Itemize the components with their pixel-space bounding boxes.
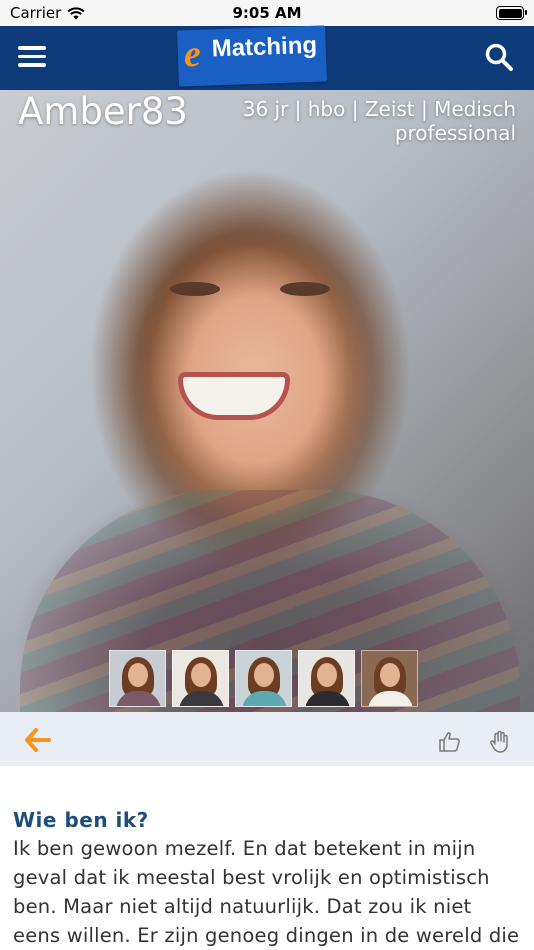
battery-level — [498, 8, 522, 18]
app-header: e Matching — [0, 25, 534, 90]
about-title: Wie ben ik? — [13, 808, 149, 832]
profile-photo[interactable]: Amber83 36 jr | hbo | Zeist | Medisch pr… — [0, 90, 534, 712]
raised-hand-icon[interactable] — [488, 730, 512, 754]
status-time: 9:05 AM — [232, 4, 302, 22]
logo-e: e — [183, 32, 202, 76]
profile-content: Wie ben ik? Ik ben gewoon mezelf. En dat… — [0, 766, 534, 950]
photo-thumbnail-5[interactable] — [361, 650, 418, 707]
logo-text: Matching — [211, 31, 318, 63]
photo-eye-left — [170, 282, 220, 296]
battery-icon — [496, 6, 527, 20]
profile-name: Amber83 — [18, 90, 188, 133]
photo-thumbnail-2[interactable] — [172, 650, 229, 707]
ematching-logo[interactable]: e Matching — [177, 25, 327, 87]
status-bar: Carrier 9:05 AM — [0, 0, 534, 26]
hamburger-menu-icon[interactable] — [18, 46, 46, 70]
about-text: Ik ben gewoon mezelf. En dat betekent in… — [13, 837, 520, 947]
profile-meta: 36 jr | hbo | Zeist | Medisch profession… — [242, 97, 516, 145]
photo-smile — [178, 372, 290, 420]
photo-eye-right — [280, 282, 330, 296]
photo-thumbnail-4[interactable] — [298, 650, 355, 707]
arrow-left-icon[interactable] — [24, 727, 52, 753]
photo-thumbnail-1[interactable] — [109, 650, 166, 707]
thumbs-up-icon[interactable] — [438, 730, 462, 754]
action-bar — [0, 712, 534, 766]
photo-thumbnail-3[interactable] — [235, 650, 292, 707]
search-icon[interactable] — [484, 42, 514, 72]
photo-thumbnails — [109, 650, 418, 707]
